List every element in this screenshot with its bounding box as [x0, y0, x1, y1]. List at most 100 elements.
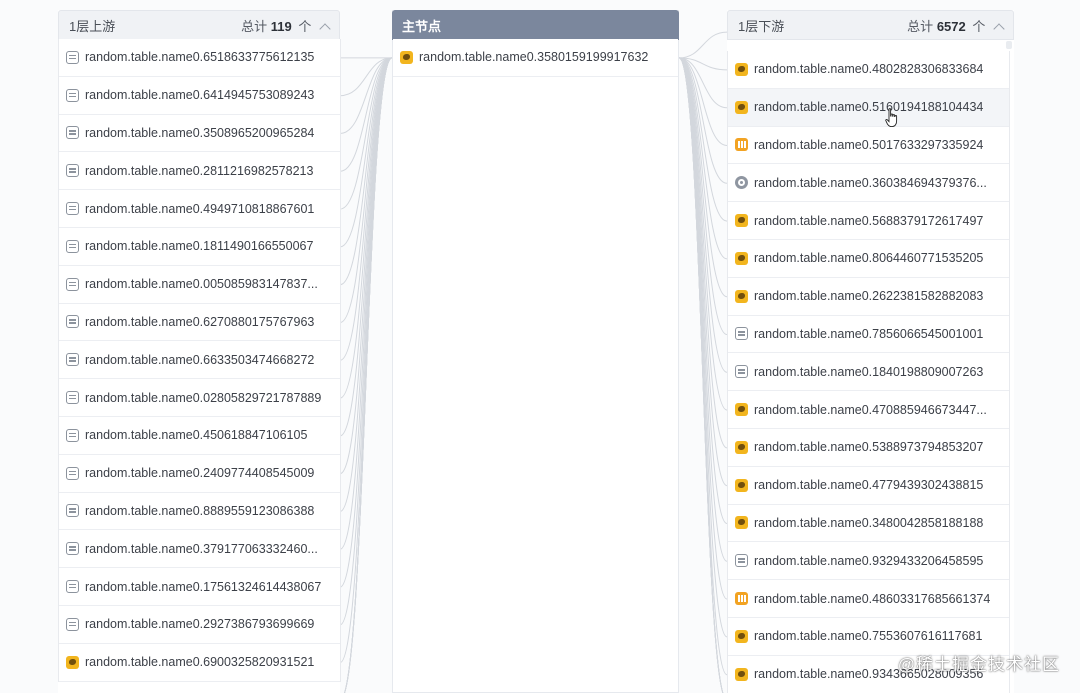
- downstream-link-line: [678, 57, 728, 411]
- table-icon: [66, 617, 79, 631]
- upstream-item[interactable]: random.table.name0.6633503474668272: [59, 341, 340, 380]
- upstream-link-line: [339, 57, 393, 588]
- upstream-total-count: 119: [270, 18, 292, 34]
- downstream-item[interactable]: random.table.name0.5388973794853207: [728, 428, 1009, 467]
- downstream-item[interactable]: random.table.name0.4802828306833684: [728, 51, 1009, 89]
- stream-table-icon: [735, 592, 748, 606]
- downstream-item[interactable]: random.table.name0.8064460771535205: [728, 239, 1009, 278]
- hive-table-icon: [735, 478, 748, 492]
- downstream-item[interactable]: random.table.name0.7856066545001001: [728, 315, 1009, 354]
- upstream-item[interactable]: random.table.name0.2811216982578213: [59, 152, 340, 191]
- downstream-total-unit: 个: [972, 18, 986, 34]
- table-icon: [66, 164, 79, 178]
- upstream-item-label: random.table.name0.2811216982578213: [85, 163, 314, 178]
- downstream-header[interactable]: 1层下游 总计 6572 个: [727, 10, 1014, 40]
- upstream-link-line: [343, 57, 393, 693]
- downstream-list: random.table.name0.4802828306833684 rando…: [727, 51, 1010, 693]
- downstream-item-label: random.table.name0.1840198809007263: [754, 364, 984, 379]
- downstream-item-label: random.table.name0.5160194188104434: [754, 100, 984, 115]
- table-icon: [735, 554, 748, 568]
- upstream-link-line: [343, 57, 393, 693]
- upstream-panel: 1层上游 总计 119 个 random.table.name0.6518633…: [58, 10, 341, 693]
- upstream-item[interactable]: random.table.name0.02805829721787889: [59, 379, 340, 417]
- upstream-item[interactable]: random.table.name0.17561324614438067: [59, 568, 340, 606]
- downstream-link-line: [678, 57, 728, 524]
- hive-table-icon: [735, 403, 748, 417]
- downstream-link-line: [678, 57, 724, 693]
- upstream-item-label: random.table.name0.2927386793699669: [85, 617, 315, 632]
- main-node-item[interactable]: random.table.name0.3580159199917632: [393, 39, 678, 77]
- upstream-link-line: [343, 57, 393, 693]
- upstream-link-line: [343, 57, 393, 693]
- downstream-item[interactable]: random.table.name0.4779439302438815: [728, 466, 1009, 505]
- downstream-item[interactable]: random.table.name0.3480042858188188: [728, 504, 1009, 543]
- downstream-item-label: random.table.name0.3480042858188188: [754, 515, 984, 530]
- downstream-total: 总计 6572 个: [907, 16, 1005, 35]
- downstream-panel: 1层下游 总计 6572 个 random.table.name0.480282…: [727, 10, 1014, 693]
- main-node-list: random.table.name0.3580159199917632: [393, 39, 678, 77]
- upstream-item[interactable]: random.table.name0.4949710818867601: [59, 190, 340, 228]
- table-icon: [66, 126, 79, 140]
- downstream-item[interactable]: random.table.name0.9329433206458595: [728, 542, 1009, 581]
- upstream-item[interactable]: random.table.name0.2927386793699669: [59, 605, 340, 644]
- downstream-item-label: random.table.name0.7856066545001001: [754, 326, 984, 341]
- upstream-item[interactable]: random.table.name0.2409774408545009: [59, 454, 340, 493]
- table-icon: [66, 353, 79, 367]
- downstream-link-line: [678, 57, 724, 693]
- downstream-item-label: random.table.name0.360384694379376...: [754, 175, 987, 190]
- downstream-link-line: [678, 57, 728, 184]
- hive-table-icon: [400, 50, 413, 64]
- downstream-item-label: random.table.name0.470885946673447...: [754, 402, 987, 417]
- upstream-item-label: random.table.name0.379177063332460...: [85, 541, 318, 556]
- upstream-item-label: random.table.name0.3508965200965284: [85, 125, 315, 140]
- downstream-link-line: [678, 57, 728, 600]
- downstream-item[interactable]: random.table.name0.2622381582882083: [728, 277, 1009, 316]
- downstream-link-line: [678, 57, 724, 693]
- stream-table-icon: [735, 138, 748, 152]
- upstream-item[interactable]: random.table.name0.005085983147837...: [59, 265, 340, 304]
- downstream-link-line: [678, 57, 728, 260]
- upstream-item-label: random.table.name0.6270880175767963: [85, 314, 315, 329]
- table-icon: [66, 466, 79, 480]
- upstream-item[interactable]: random.table.name0.6900325820931521: [59, 643, 340, 682]
- upstream-item[interactable]: random.table.name0.379177063332460...: [59, 530, 340, 569]
- upstream-link-line: [343, 57, 393, 693]
- hive-table-icon: [735, 214, 748, 228]
- chevron-up-icon[interactable]: [319, 22, 331, 35]
- downstream-item[interactable]: random.table.name0.5688379172617497: [728, 202, 1009, 240]
- downstream-link-line: [678, 57, 728, 562]
- upstream-item[interactable]: random.table.name0.3508965200965284: [59, 114, 340, 153]
- chevron-up-icon[interactable]: [993, 22, 1005, 35]
- upstream-header[interactable]: 1层上游 总计 119 个: [58, 10, 340, 40]
- table-icon: [66, 580, 79, 594]
- downstream-item[interactable]: random.table.name0.5017633297335924: [728, 126, 1009, 165]
- downstream-link-line: [678, 57, 728, 222]
- upstream-item[interactable]: random.table.name0.6270880175767963: [59, 303, 340, 342]
- downstream-link-line: [678, 31, 728, 59]
- downstream-item[interactable]: random.table.name0.1840198809007263: [728, 353, 1009, 392]
- upstream-item[interactable]: random.table.name0.6518633775612135: [59, 39, 340, 77]
- upstream-item[interactable]: random.table.name0.6414945753089243: [59, 76, 340, 115]
- downstream-item-label: random.table.name0.4779439302438815: [754, 478, 984, 493]
- hive-table-icon: [735, 62, 748, 76]
- downstream-scrollbar[interactable]: [1006, 41, 1012, 49]
- downstream-item-label: random.table.name0.9329433206458595: [754, 553, 984, 568]
- downstream-item-label: random.table.name0.4802828306833684: [754, 62, 984, 77]
- downstream-item[interactable]: random.table.name0.5160194188104434: [728, 88, 1009, 127]
- downstream-item-label: random.table.name0.5017633297335924: [754, 137, 984, 152]
- table-icon: [66, 504, 79, 518]
- upstream-link-line: [339, 57, 393, 361]
- downstream-item[interactable]: random.table.name0.360384694379376...: [728, 164, 1009, 203]
- upstream-item[interactable]: random.table.name0.8889559123086388: [59, 492, 340, 531]
- downstream-item[interactable]: random.table.name0.470885946673447...: [728, 391, 1009, 429]
- upstream-item[interactable]: random.table.name0.1811490166550067: [59, 227, 340, 266]
- upstream-list: random.table.name0.6518633775612135 rando…: [58, 39, 341, 682]
- downstream-link-line: [678, 57, 728, 146]
- upstream-link-line: [339, 57, 393, 286]
- upstream-item-label: random.table.name0.17561324614438067: [85, 579, 322, 594]
- upstream-item[interactable]: random.table.name0.450618847106105: [59, 416, 340, 455]
- upstream-link-line: [339, 57, 393, 399]
- hive-table-icon: [735, 100, 748, 114]
- downstream-item[interactable]: random.table.name0.48603317685661374: [728, 580, 1009, 618]
- upstream-link-line: [339, 57, 393, 172]
